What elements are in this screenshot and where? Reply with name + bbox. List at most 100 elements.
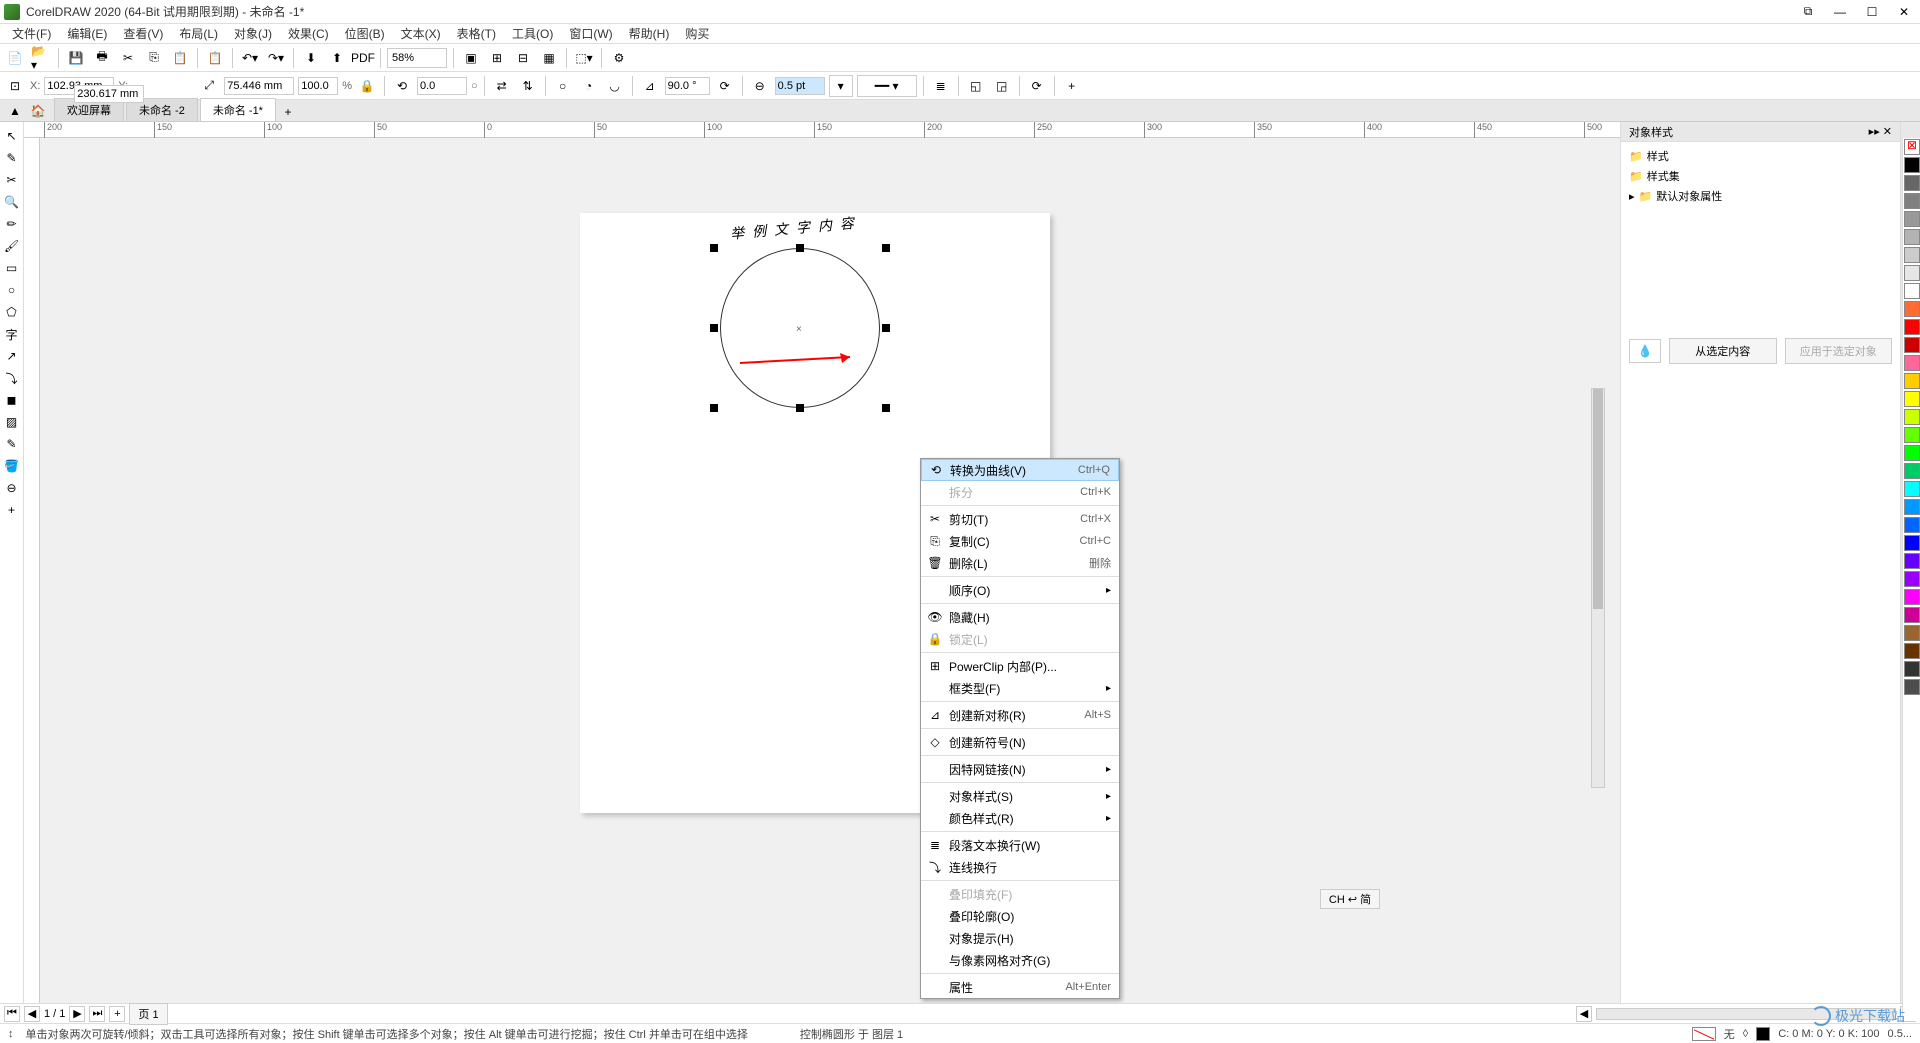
mirror-v-icon[interactable]: ⇅ xyxy=(517,75,539,97)
menu-t[interactable]: 表格(T) xyxy=(449,23,504,44)
swatch-00ffff[interactable] xyxy=(1904,481,1920,497)
shape-tool[interactable]: ✎ xyxy=(2,148,22,168)
ctx-转换为曲线V[interactable]: ⟲转换为曲线(V)Ctrl+Q xyxy=(921,459,1119,481)
swatch-00ff00[interactable] xyxy=(1904,445,1920,461)
handle-tr[interactable] xyxy=(882,244,890,252)
menu-v[interactable]: 查看(V) xyxy=(115,23,171,44)
ctx-对象提示H[interactable]: 对象提示(H) xyxy=(921,927,1119,949)
copy-button[interactable]: ⎘ xyxy=(143,47,165,69)
swatch-e6e6e6[interactable] xyxy=(1904,265,1920,281)
swatch-ff6b35[interactable] xyxy=(1904,301,1920,317)
menu-l[interactable]: 布局(L) xyxy=(171,23,226,44)
swatch-ff0000[interactable] xyxy=(1904,319,1920,335)
ctx-段落文本换行W[interactable]: ≣段落文本换行(W) xyxy=(921,834,1119,856)
swatch-ff00ff[interactable] xyxy=(1904,589,1920,605)
swatch-00cc66[interactable] xyxy=(1904,463,1920,479)
undo-button[interactable]: ↶▾ xyxy=(239,47,261,69)
swatch-9900ff[interactable] xyxy=(1904,571,1920,587)
y-input[interactable] xyxy=(74,85,144,103)
rulers-button[interactable]: ⊞ xyxy=(486,47,508,69)
menu-o[interactable]: 工具(O) xyxy=(504,23,561,44)
selected-ellipse[interactable]: 举例文字内容 × xyxy=(720,248,880,408)
snap-button[interactable]: ⬚▾ xyxy=(573,47,595,69)
page-tab[interactable]: 页 1 xyxy=(129,1003,167,1025)
print-button[interactable]: 🖶 xyxy=(91,47,113,69)
outline-width-input[interactable] xyxy=(775,77,825,95)
swatch-66ff00[interactable] xyxy=(1904,427,1920,443)
menu-x[interactable]: 文本(X) xyxy=(393,23,449,44)
add-page-button[interactable]: + xyxy=(109,1006,125,1022)
direction-icon[interactable]: ⟳ xyxy=(714,75,736,97)
first-page-button[interactable]: ⏮ xyxy=(4,1006,20,1022)
swatch-999999[interactable] xyxy=(1904,211,1920,227)
ctx-与像素网格对齐G[interactable]: 与像素网格对齐(G) xyxy=(921,949,1119,971)
outline-swatch[interactable]: ◊ xyxy=(1743,1028,1748,1040)
artistic-media-tool[interactable]: 🖌 xyxy=(2,236,22,256)
ellipse-icon[interactable]: ○ xyxy=(552,75,574,97)
swatch-666666[interactable] xyxy=(1904,175,1920,191)
restore-down-icon[interactable]: ⧉ xyxy=(1796,3,1820,21)
handle-tm[interactable] xyxy=(796,244,804,252)
swatch-ff6699[interactable] xyxy=(1904,355,1920,371)
redo-button[interactable]: ↷▾ xyxy=(265,47,287,69)
convert-curves-icon[interactable]: ⟳ xyxy=(1026,75,1048,97)
ctx-创建新对称R[interactable]: ⊿创建新对称(R)Alt+S xyxy=(921,704,1119,726)
handle-mr[interactable] xyxy=(882,324,890,332)
menu-f[interactable]: 文件(F) xyxy=(4,23,59,44)
pie-icon[interactable]: ◔ xyxy=(578,75,600,97)
swatch-000000[interactable] xyxy=(1904,157,1920,173)
wrap-text-icon[interactable]: ≣ xyxy=(930,75,952,97)
drop-shadow-tool[interactable]: ◼ xyxy=(2,390,22,410)
swatch-0000ff[interactable] xyxy=(1904,535,1920,551)
arc-icon[interactable]: ◡ xyxy=(604,75,626,97)
maximize-icon[interactable]: ☐ xyxy=(1860,3,1884,21)
outline-style-dropdown[interactable]: ━━ ▾ xyxy=(857,75,917,97)
import-button[interactable]: ⬇ xyxy=(300,47,322,69)
swatch-nofill[interactable]: ⊠ xyxy=(1904,139,1920,155)
hscroll-left[interactable]: ◀ xyxy=(1576,1006,1592,1022)
swatch-6600ff[interactable] xyxy=(1904,553,1920,569)
front-icon[interactable]: ◱ xyxy=(965,75,987,97)
connector-tool[interactable]: ⤵ xyxy=(2,368,22,388)
swatch-663300[interactable] xyxy=(1904,643,1920,659)
ellipse-tool[interactable]: ○ xyxy=(2,280,22,300)
ctx-剪切T[interactable]: ✂剪切(T)Ctrl+X xyxy=(921,508,1119,530)
polygon-tool[interactable]: ⬠ xyxy=(2,302,22,322)
transparency-tool[interactable]: ▨ xyxy=(2,412,22,432)
rotation-input[interactable] xyxy=(417,77,467,95)
text-tool[interactable]: 字 xyxy=(2,324,22,344)
outline-width-dropdown[interactable]: ▾ xyxy=(829,75,853,97)
ctx-删除L[interactable]: 🗑删除(L)删除 xyxy=(921,552,1119,574)
clipboard-button[interactable]: 📋 xyxy=(204,47,226,69)
doc-tab-2[interactable]: 未命名 -1* xyxy=(200,98,276,121)
swatch-0066ff[interactable] xyxy=(1904,517,1920,533)
scalex-input[interactable] xyxy=(298,77,338,95)
prev-page-button[interactable]: ◀ xyxy=(24,1006,40,1022)
swatch-996633[interactable] xyxy=(1904,625,1920,641)
new-button[interactable]: 📄 xyxy=(4,47,26,69)
style-item-1[interactable]: 📁 样式集 xyxy=(1625,166,1896,186)
guides-button[interactable]: ▦ xyxy=(538,47,560,69)
add-button[interactable]: + xyxy=(1061,75,1083,97)
handle-tl[interactable] xyxy=(710,244,718,252)
eyedropper-button[interactable]: 💧 xyxy=(1629,339,1661,363)
menu-w[interactable]: 窗口(W) xyxy=(561,23,620,44)
ctx-框类型F[interactable]: 框类型(F)▸ xyxy=(921,677,1119,699)
ctx-属性[interactable]: 属性Alt+Enter xyxy=(921,976,1119,998)
close-icon[interactable]: ✕ xyxy=(1892,3,1916,21)
swatch-808080[interactable] xyxy=(1904,193,1920,209)
zoom-tool[interactable]: 🔍 xyxy=(2,192,22,212)
vertical-scrollbar[interactable] xyxy=(1591,388,1605,788)
ctx-创建新符号N[interactable]: ◇创建新符号(N) xyxy=(921,731,1119,753)
ctx-连线换行[interactable]: ⤵连线换行 xyxy=(921,856,1119,878)
options-button[interactable]: ⚙ xyxy=(608,47,630,69)
ctx-顺序O[interactable]: 顺序(O)▸ xyxy=(921,579,1119,601)
menu-c[interactable]: 效果(C) xyxy=(280,23,337,44)
from-selection-button[interactable]: 从选定内容 xyxy=(1669,338,1777,364)
menu-e[interactable]: 编辑(E) xyxy=(59,23,115,44)
canvas-area[interactable]: 2001501005005010015020025030035040045050… xyxy=(24,122,1620,1003)
style-item-2[interactable]: ▸ 📁 默认对象属性 xyxy=(1625,186,1896,206)
scrollbar-thumb[interactable] xyxy=(1593,389,1603,609)
zoom-input[interactable] xyxy=(387,48,447,68)
fill-indicator[interactable] xyxy=(1692,1027,1716,1041)
